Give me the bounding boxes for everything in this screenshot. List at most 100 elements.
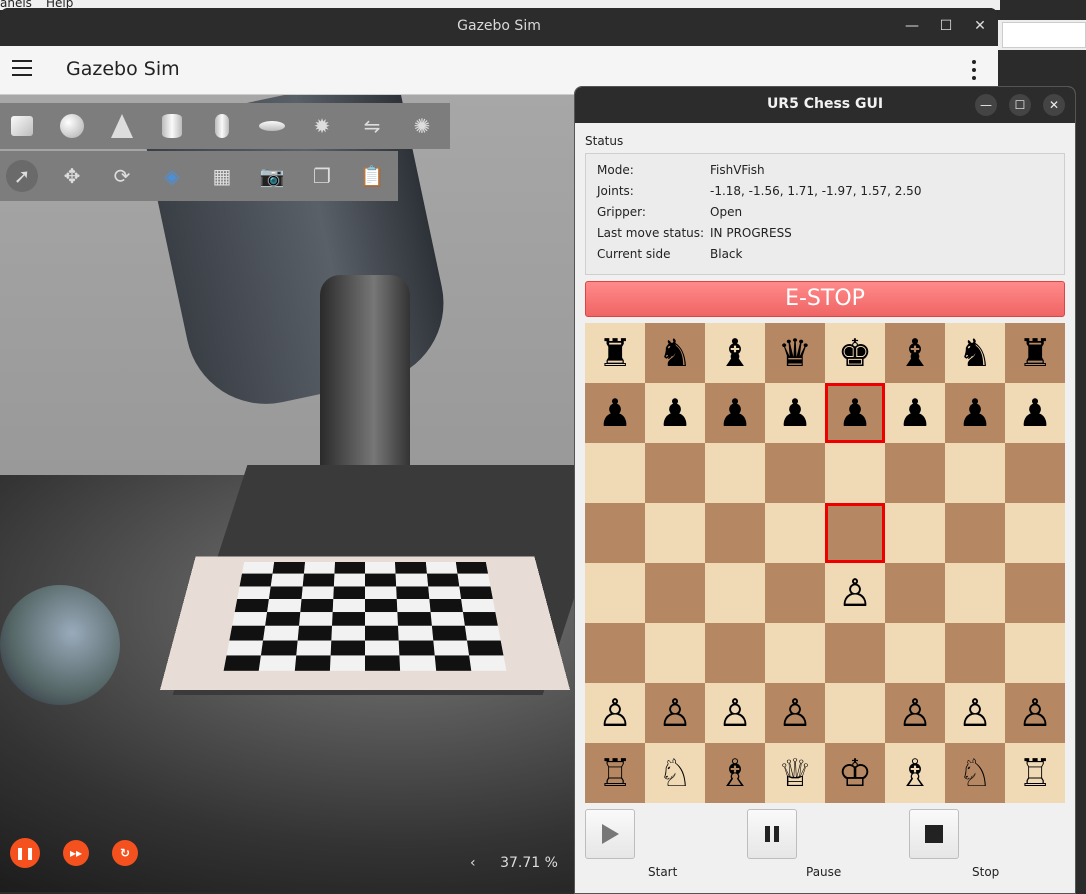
copy-icon[interactable]: ❐	[306, 160, 338, 192]
hamburger-menu-icon[interactable]	[12, 60, 32, 76]
square-e4[interactable]: ♙	[825, 563, 885, 623]
square-b3[interactable]	[645, 623, 705, 683]
square-a1[interactable]: ♖	[585, 743, 645, 803]
grid-config-icon[interactable]: ▦	[206, 160, 238, 192]
square-h5[interactable]	[1005, 503, 1065, 563]
square-b5[interactable]	[645, 503, 705, 563]
screenshot-camera-icon[interactable]: 📷	[256, 160, 288, 192]
square-d3[interactable]	[765, 623, 825, 683]
square-c3[interactable]	[705, 623, 765, 683]
square-e6[interactable]	[825, 443, 885, 503]
square-d8[interactable]: ♛	[765, 323, 825, 383]
square-c6[interactable]	[705, 443, 765, 503]
square-c1[interactable]: ♗	[705, 743, 765, 803]
square-g8[interactable]: ♞	[945, 323, 1005, 383]
square-b1[interactable]: ♘	[645, 743, 705, 803]
square-b4[interactable]	[645, 563, 705, 623]
step-forward-icon[interactable]: ▸▸	[63, 840, 89, 866]
snap-icon[interactable]: ◈	[156, 160, 188, 192]
square-b8[interactable]: ♞	[645, 323, 705, 383]
minimize-icon[interactable]: —	[902, 18, 922, 34]
square-a3[interactable]	[585, 623, 645, 683]
square-c8[interactable]: ♝	[705, 323, 765, 383]
square-a6[interactable]	[585, 443, 645, 503]
pause-simulation-icon[interactable]: ❚❚	[10, 838, 40, 868]
square-f6[interactable]	[885, 443, 945, 503]
square-e7[interactable]: ♟	[825, 383, 885, 443]
square-a4[interactable]	[585, 563, 645, 623]
square-a7[interactable]: ♟	[585, 383, 645, 443]
square-f2[interactable]: ♙	[885, 683, 945, 743]
square-f7[interactable]: ♟	[885, 383, 945, 443]
square-d4[interactable]	[765, 563, 825, 623]
square-g6[interactable]	[945, 443, 1005, 503]
square-d5[interactable]	[765, 503, 825, 563]
rotate-icon[interactable]: ⟳	[106, 160, 138, 192]
square-b6[interactable]	[645, 443, 705, 503]
square-h7[interactable]: ♟	[1005, 383, 1065, 443]
chess-piece: ♟	[837, 391, 873, 435]
start-button[interactable]	[585, 809, 635, 859]
square-f8[interactable]: ♝	[885, 323, 945, 383]
estop-button[interactable]: E-STOP	[585, 281, 1065, 317]
close-icon[interactable]: ✕	[970, 18, 990, 34]
paste-icon[interactable]: 📋	[356, 160, 388, 192]
square-h4[interactable]	[1005, 563, 1065, 623]
square-b7[interactable]: ♟	[645, 383, 705, 443]
square-a2[interactable]: ♙	[585, 683, 645, 743]
square-c5[interactable]	[705, 503, 765, 563]
rtf-toggle-icon[interactable]: ‹	[470, 855, 476, 871]
square-g3[interactable]	[945, 623, 1005, 683]
capsule-shape-icon[interactable]	[206, 110, 238, 142]
spot-light-icon[interactable]: ✺	[406, 110, 438, 142]
chess-maximize-icon[interactable]: ☐	[1009, 94, 1031, 116]
stop-button[interactable]	[909, 809, 959, 859]
cylinder-shape-icon[interactable]	[156, 110, 188, 142]
status-value: Black	[710, 247, 743, 261]
square-c7[interactable]: ♟	[705, 383, 765, 443]
square-f5[interactable]	[885, 503, 945, 563]
box-shape-icon[interactable]	[6, 110, 38, 142]
cone-shape-icon[interactable]	[106, 110, 138, 142]
square-g7[interactable]: ♟	[945, 383, 1005, 443]
point-light-icon[interactable]: ✹	[306, 110, 338, 142]
square-a8[interactable]: ♜	[585, 323, 645, 383]
square-e2[interactable]	[825, 683, 885, 743]
maximize-icon[interactable]: ☐	[936, 18, 956, 34]
square-e8[interactable]: ♚	[825, 323, 885, 383]
square-c2[interactable]: ♙	[705, 683, 765, 743]
square-f4[interactable]	[885, 563, 945, 623]
square-e5[interactable]	[825, 503, 885, 563]
chess-close-icon[interactable]: ✕	[1043, 94, 1065, 116]
chess-piece: ♖	[1017, 751, 1053, 795]
square-h3[interactable]	[1005, 623, 1065, 683]
square-e3[interactable]	[825, 623, 885, 683]
ellipsoid-shape-icon[interactable]	[256, 110, 288, 142]
square-d2[interactable]: ♙	[765, 683, 825, 743]
square-h6[interactable]	[1005, 443, 1065, 503]
square-b2[interactable]: ♙	[645, 683, 705, 743]
square-c4[interactable]	[705, 563, 765, 623]
square-f1[interactable]: ♗	[885, 743, 945, 803]
square-g1[interactable]: ♘	[945, 743, 1005, 803]
pause-button[interactable]	[747, 809, 797, 859]
square-d6[interactable]	[765, 443, 825, 503]
square-h2[interactable]: ♙	[1005, 683, 1065, 743]
directional-light-icon[interactable]: ⇋	[356, 110, 388, 142]
chess-minimize-icon[interactable]: —	[975, 94, 997, 116]
square-h8[interactable]: ♜	[1005, 323, 1065, 383]
square-d1[interactable]: ♕	[765, 743, 825, 803]
square-h1[interactable]: ♖	[1005, 743, 1065, 803]
square-e1[interactable]: ♔	[825, 743, 885, 803]
square-g5[interactable]	[945, 503, 1005, 563]
square-d7[interactable]: ♟	[765, 383, 825, 443]
square-a5[interactable]	[585, 503, 645, 563]
select-arrow-icon[interactable]: ➚	[6, 160, 38, 192]
square-g4[interactable]	[945, 563, 1005, 623]
more-options-icon[interactable]	[966, 60, 982, 82]
translate-icon[interactable]: ✥	[56, 160, 88, 192]
sphere-shape-icon[interactable]	[56, 110, 88, 142]
reset-simulation-icon[interactable]: ↻	[112, 840, 138, 866]
square-f3[interactable]	[885, 623, 945, 683]
square-g2[interactable]: ♙	[945, 683, 1005, 743]
